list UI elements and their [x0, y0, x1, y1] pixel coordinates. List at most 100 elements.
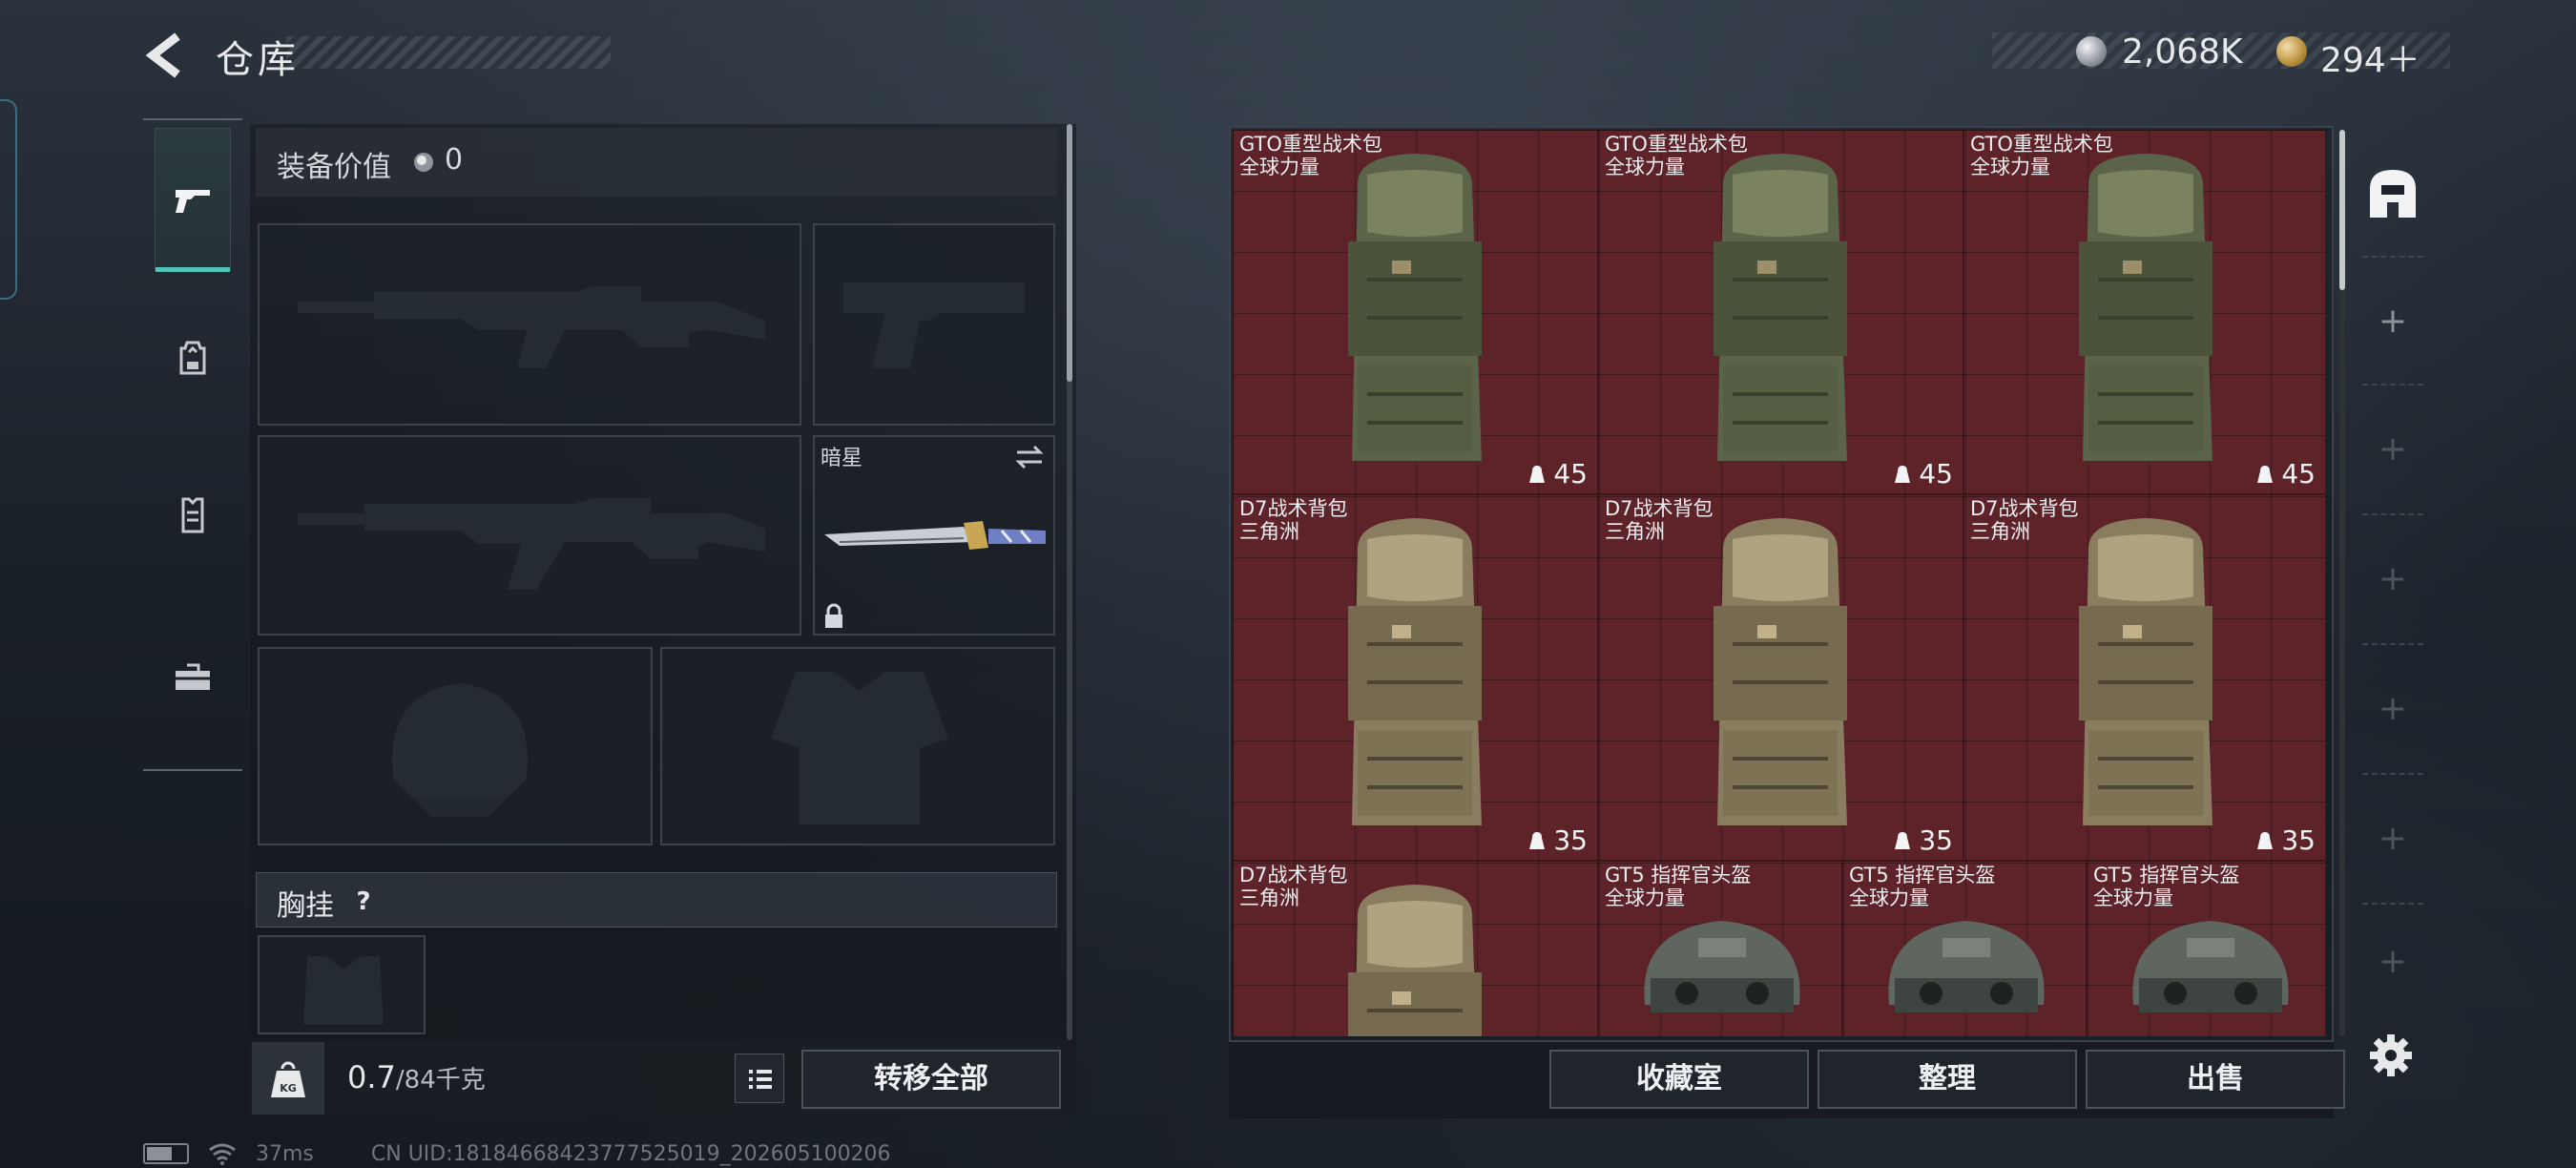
storage-item[interactable]: GT5 指挥官头盔 全球力量	[1598, 861, 1842, 1036]
storage-item[interactable]: GTO重型战术包 全球力量 45	[1233, 130, 1598, 494]
primary-weapon-slot[interactable]	[258, 223, 801, 426]
capacity-value: 35	[1919, 824, 1953, 856]
capacity-icon	[1529, 831, 1546, 849]
item-brand: 三角洲	[1239, 520, 1299, 543]
add-storage-page-button[interactable]: +	[2362, 513, 2423, 641]
backpack-image	[2079, 518, 2212, 825]
transfer-all-button[interactable]: 转移全部	[801, 1050, 1061, 1109]
side-drawer-handle[interactable]	[0, 99, 17, 300]
storage-item[interactable]: GT5 指挥官头盔 全球力量	[2087, 861, 2326, 1036]
melee-slot[interactable]: 暗星	[813, 435, 1055, 636]
knife-image	[824, 521, 1046, 550]
tab-backpack[interactable]	[155, 286, 231, 429]
item-name: GTO重型战术包	[1970, 133, 2113, 156]
tab-weapons[interactable]	[155, 128, 231, 272]
vest-icon	[181, 497, 204, 533]
storage-home-button[interactable]	[2353, 126, 2433, 260]
helmet-slot[interactable]	[258, 647, 653, 845]
user-uid: CN UID:18184668423777525019_202605100206	[370, 1141, 891, 1166]
gold-coin-amount[interactable]: 294＋	[2320, 32, 2420, 82]
silver-coin-icon	[414, 153, 433, 172]
divider	[143, 769, 242, 771]
title-decoration	[286, 36, 611, 69]
item-name: D7战术背包	[1970, 497, 2079, 520]
add-storage-page-button[interactable]: +	[2362, 256, 2423, 384]
weight-current: 0.7	[347, 1059, 396, 1095]
add-storage-page-button[interactable]: +	[2362, 773, 2423, 901]
equipment-scroll-thumb[interactable]	[1067, 124, 1072, 382]
storage-item[interactable]: D7战术背包 三角洲 35	[1963, 494, 2326, 861]
item-capacity: 35	[2254, 824, 2316, 856]
divider	[143, 118, 242, 120]
status-bar: 37ms CN UID:18184668423777525019_2026051…	[143, 1141, 891, 1166]
help-icon[interactable]: ?	[345, 884, 382, 920]
silver-coin-icon	[2076, 36, 2107, 67]
storage-item[interactable]: GT5 指挥官头盔 全球力量	[1842, 861, 2087, 1036]
backpack-image	[1348, 154, 1482, 461]
add-storage-page-button[interactable]: +	[2362, 384, 2423, 511]
item-brand: 全球力量	[2093, 886, 2173, 909]
storage-item[interactable]: D7战术背包 三角洲 35	[1598, 494, 1963, 861]
battery-icon	[143, 1143, 189, 1164]
list-icon	[749, 1070, 772, 1089]
storage-item[interactable]: GTO重型战术包 全球力量 45	[1963, 130, 2326, 494]
item-capacity: 45	[1527, 458, 1588, 490]
lock-icon	[825, 603, 842, 628]
armor-silhouette-icon	[771, 672, 948, 824]
helmet-image	[1888, 921, 2045, 1012]
capacity-value: 35	[2281, 824, 2316, 856]
equipment-value-label: 装备价值	[277, 151, 391, 184]
item-brand: 全球力量	[1605, 156, 1685, 178]
weight-kg-icon: KG	[271, 1061, 305, 1097]
secondary-weapon-slot[interactable]	[258, 435, 801, 636]
capacity-value: 45	[2281, 458, 2316, 490]
item-brand: 全球力量	[1239, 156, 1319, 178]
storage-scroll-thumb[interactable]	[2339, 130, 2345, 290]
capacity-icon	[2257, 465, 2274, 483]
silver-coin-amount[interactable]: 2,068K	[2122, 32, 2243, 72]
storage-icon	[2370, 170, 2416, 218]
item-name: D7战术背包	[1239, 864, 1348, 886]
weight-max: /84千克	[395, 1066, 486, 1095]
storage-grid: GTO重型战术包 全球力量 45 GTO重型战术包 全球力量 45 GTO重型战…	[1233, 130, 2326, 1036]
item-capacity: 35	[1892, 824, 1953, 856]
add-storage-page-button[interactable]: +	[2362, 903, 2423, 1017]
sell-button[interactable]: 出售	[2086, 1050, 2345, 1109]
storage-page-column: + + + + + +	[2353, 126, 2433, 1042]
ping-value: 37ms	[256, 1141, 314, 1166]
item-brand: 全球力量	[1849, 886, 1929, 909]
backpack-image	[1714, 518, 1847, 825]
capacity-icon	[1895, 465, 1911, 483]
capacity-icon	[1895, 831, 1911, 849]
backpack-image	[2079, 154, 2212, 461]
add-storage-page-button[interactable]: +	[2362, 643, 2423, 771]
backpack-image	[1348, 885, 1482, 1036]
rifle-silhouette-icon	[298, 498, 765, 590]
tab-vest[interactable]	[155, 443, 231, 586]
gold-coin-icon	[2276, 36, 2307, 67]
sidearm-slot[interactable]	[813, 223, 1055, 426]
weight-readout: 0.7/84千克	[347, 1059, 486, 1095]
item-name: GTO重型战术包	[1239, 133, 1382, 156]
item-name: GT5 指挥官头盔	[1605, 864, 1752, 886]
collection-room-button[interactable]: 收藏室	[1549, 1050, 1809, 1109]
swap-icon[interactable]	[1013, 443, 1046, 471]
list-view-button[interactable]	[735, 1053, 784, 1103]
chest-rig-silhouette-icon	[303, 956, 384, 1025]
wifi-icon	[209, 1143, 236, 1165]
back-button[interactable]	[141, 29, 189, 82]
page-title: 仓库	[216, 38, 300, 82]
item-brand: 三角洲	[1970, 520, 2030, 543]
settings-gear-icon[interactable]	[2366, 1031, 2416, 1080]
storage-item[interactable]: D7战术背包 三角洲	[1233, 861, 1598, 1036]
tab-toolbox[interactable]	[155, 605, 231, 748]
capacity-value: 45	[1919, 458, 1953, 490]
storage-item[interactable]: GTO重型战术包 全球力量 45	[1598, 130, 1963, 494]
armor-slot[interactable]	[660, 647, 1055, 845]
sort-button[interactable]: 整理	[1818, 1050, 2077, 1109]
storage-item[interactable]: D7战术背包 三角洲 35	[1233, 494, 1598, 861]
capacity-value: 35	[1553, 824, 1588, 856]
chest-rig-slot[interactable]	[258, 935, 426, 1034]
svg-text:KG: KG	[280, 1082, 297, 1095]
capacity-value: 45	[1553, 458, 1588, 490]
